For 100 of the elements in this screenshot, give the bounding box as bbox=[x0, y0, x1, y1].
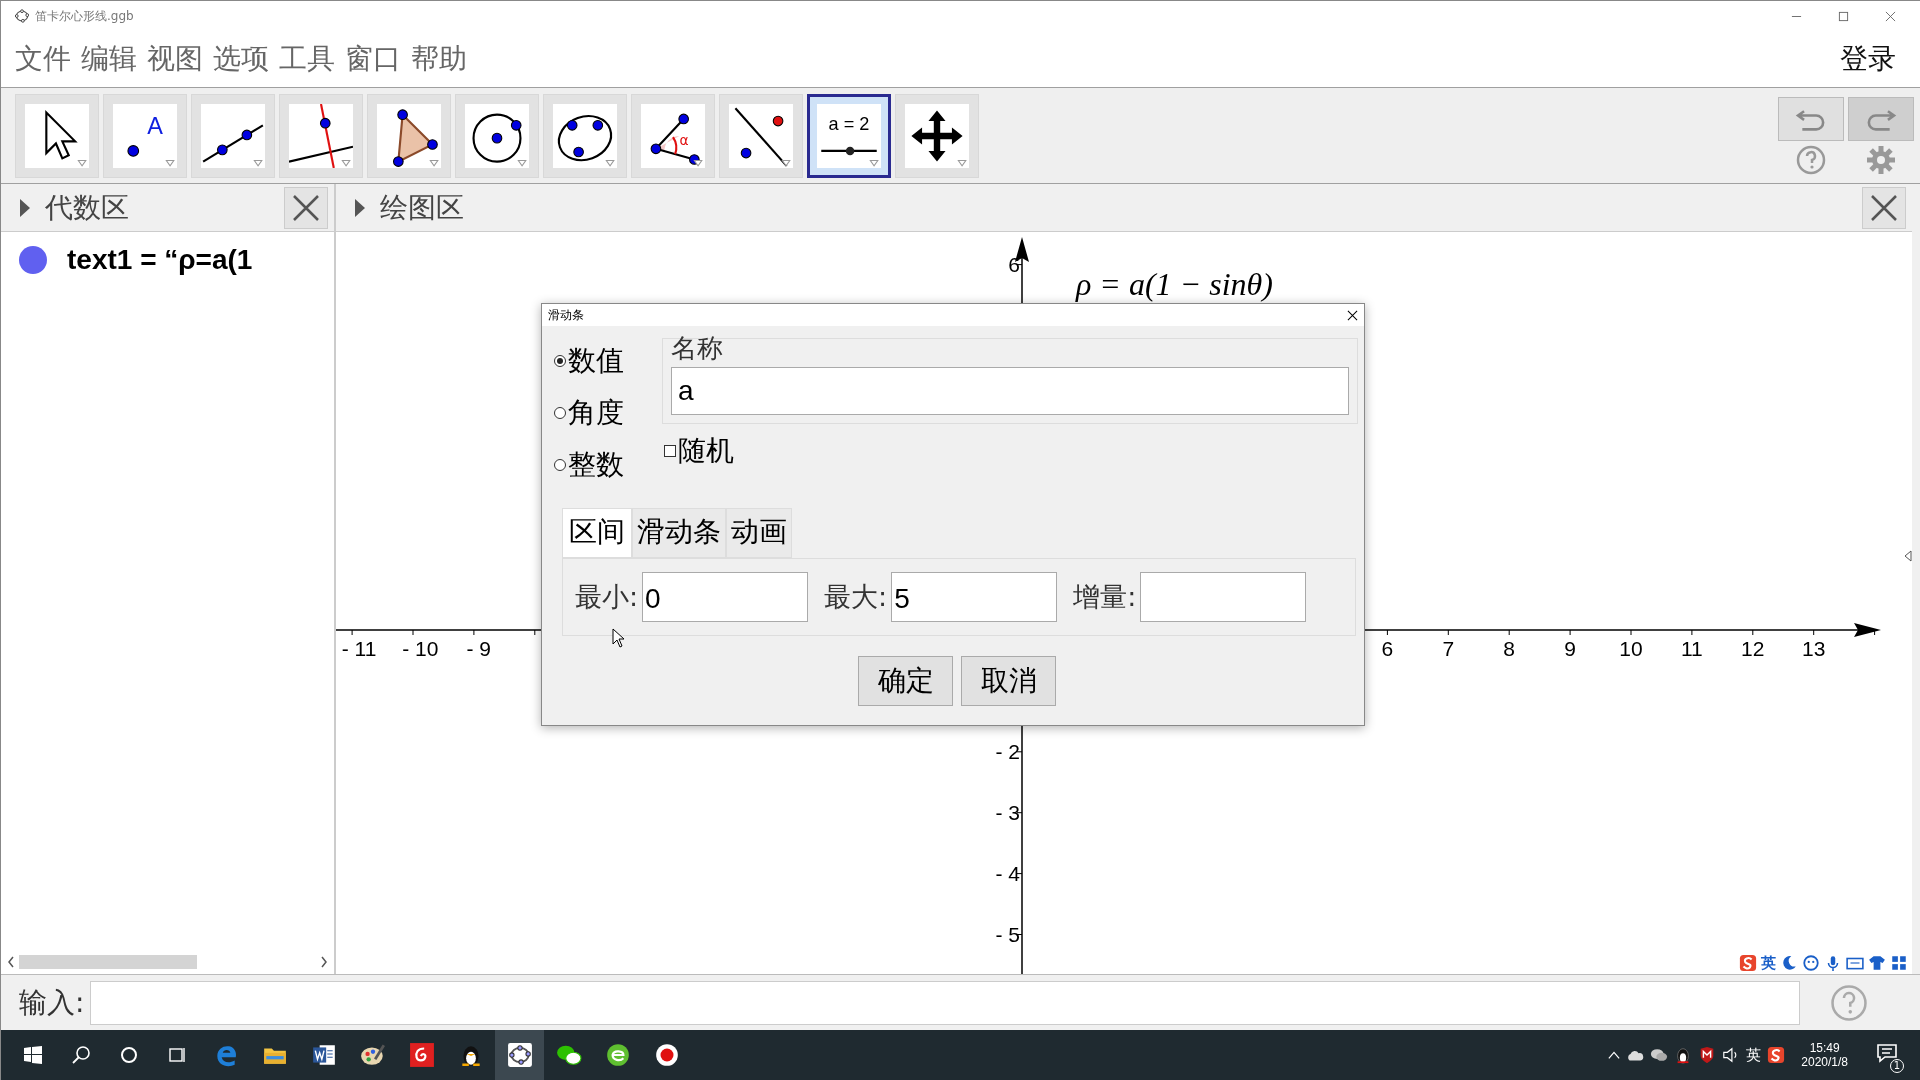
smile-icon[interactable] bbox=[1802, 954, 1820, 972]
word-icon bbox=[310, 1042, 337, 1068]
dialog-tab[interactable]: 区间 bbox=[562, 508, 632, 558]
tool-button[interactable] bbox=[367, 93, 451, 178]
language-indicator[interactable]: 英 bbox=[1746, 1045, 1762, 1065]
close-button[interactable] bbox=[284, 186, 328, 229]
geogebra-icon bbox=[506, 1042, 533, 1068]
axis-label: - 11 bbox=[341, 637, 377, 661]
close-button[interactable] bbox=[1862, 186, 1906, 229]
dialog-tab[interactable]: 动画 bbox=[726, 508, 792, 558]
clock-date[interactable]: 2020/1/8 bbox=[1801, 1055, 1848, 1069]
random-checkbox[interactable]: 随机 bbox=[664, 432, 1360, 470]
scroll-left-icon[interactable] bbox=[7, 956, 15, 968]
range-field[interactable]: 0 bbox=[642, 572, 809, 622]
tool-button[interactable]: α bbox=[631, 93, 715, 178]
tool-button[interactable] bbox=[279, 93, 363, 178]
redo-button[interactable] bbox=[1848, 96, 1914, 141]
dialog-title: 滑动条 bbox=[548, 306, 584, 324]
maximize-icon[interactable] bbox=[1838, 10, 1849, 22]
circle-tool-icon bbox=[465, 103, 529, 168]
algebra-entry[interactable]: text1 = “ρ=a(1 bbox=[67, 244, 253, 276]
menu-item[interactable]: 编辑 bbox=[81, 40, 137, 78]
tool-button[interactable]: A bbox=[103, 93, 187, 178]
record-icon bbox=[653, 1042, 680, 1068]
axis-label: - 3 bbox=[995, 800, 1020, 825]
expand-icon[interactable] bbox=[354, 197, 366, 218]
tool-button[interactable] bbox=[15, 93, 99, 178]
close-icon bbox=[291, 192, 321, 223]
input-label: 输入: bbox=[19, 984, 85, 1021]
type-radio[interactable]: 角度 bbox=[554, 394, 654, 432]
input-field[interactable] bbox=[90, 980, 1801, 1025]
axis-label: 12 bbox=[1741, 637, 1765, 661]
dialog-tab[interactable]: 滑动条 bbox=[632, 508, 726, 558]
tool-button[interactable]: a = 2 bbox=[807, 93, 891, 178]
axis-label: 10 bbox=[1619, 637, 1643, 661]
panel-title: 代数区 bbox=[45, 189, 129, 226]
type-radio[interactable]: 整数 bbox=[554, 446, 654, 484]
menu-item[interactable]: 文件 bbox=[15, 40, 71, 78]
menu-item[interactable]: 帮助 bbox=[411, 40, 467, 78]
caret-icon[interactable] bbox=[1608, 1050, 1621, 1060]
axis-label: 6 bbox=[1381, 637, 1394, 661]
moon-icon[interactable] bbox=[1780, 954, 1798, 972]
axis-label: - 5 bbox=[995, 922, 1020, 947]
notification-count: 1 bbox=[1890, 1059, 1904, 1073]
shirt-icon[interactable] bbox=[1868, 954, 1886, 972]
sogou-icon[interactable] bbox=[1767, 1046, 1786, 1064]
group-legend: 名称 bbox=[671, 333, 1349, 363]
axis-label: 8 bbox=[1503, 637, 1516, 661]
tool-button[interactable] bbox=[543, 93, 627, 178]
tool-button[interactable] bbox=[895, 93, 979, 178]
taskbar-app[interactable] bbox=[495, 1030, 544, 1080]
collapse-icon[interactable] bbox=[1904, 550, 1912, 562]
point-tool-icon: A bbox=[113, 103, 177, 168]
menu-item[interactable]: 工具 bbox=[279, 40, 335, 78]
scroll-right-icon[interactable] bbox=[320, 956, 328, 968]
conic-tool-icon bbox=[553, 103, 617, 168]
axis-label: 7 bbox=[1442, 637, 1455, 661]
name-field[interactable]: a bbox=[671, 367, 1349, 415]
dialog-button[interactable]: 确定 bbox=[858, 656, 953, 706]
radio-circle[interactable] bbox=[554, 355, 566, 367]
menu-item[interactable]: 视图 bbox=[147, 40, 203, 78]
radio-circle[interactable] bbox=[554, 407, 566, 419]
login-link[interactable]: 登录 bbox=[1840, 40, 1906, 78]
axis-label: - 4 bbox=[995, 861, 1020, 886]
range-field[interactable]: 5 bbox=[891, 572, 1058, 622]
perpendicular-tool-icon bbox=[289, 103, 353, 168]
formula-text: ρ = a(1 − sinθ) bbox=[1076, 266, 1273, 303]
slider-tool-icon: a = 2 bbox=[817, 103, 881, 168]
axis-label: - 2 bbox=[995, 739, 1020, 764]
language-label[interactable]: 英 bbox=[1761, 953, 1776, 973]
paint-icon bbox=[359, 1042, 386, 1068]
checkbox[interactable] bbox=[664, 445, 676, 457]
close-icon[interactable] bbox=[1347, 309, 1358, 321]
expand-icon[interactable] bbox=[19, 197, 31, 218]
range-field[interactable] bbox=[1140, 572, 1307, 622]
tool-button[interactable] bbox=[191, 93, 275, 178]
browser-icon bbox=[604, 1042, 631, 1068]
tool-button[interactable] bbox=[719, 93, 803, 178]
mouse-cursor-icon bbox=[612, 628, 624, 648]
scrollbar-thumb[interactable] bbox=[19, 955, 198, 969]
type-radio[interactable]: 数值 bbox=[554, 342, 654, 380]
panel-title: 绘图区 bbox=[380, 189, 464, 226]
clock-time[interactable]: 15:49 bbox=[1809, 1041, 1840, 1055]
menu-item[interactable]: 窗口 bbox=[345, 40, 401, 78]
tool-button[interactable] bbox=[455, 93, 539, 178]
music-icon bbox=[408, 1042, 435, 1068]
grid-icon[interactable] bbox=[1890, 954, 1908, 972]
menu-item[interactable]: 选项 bbox=[213, 40, 269, 78]
axis-label: 13 bbox=[1802, 637, 1826, 661]
line-tool-icon bbox=[201, 103, 265, 168]
undo-button[interactable] bbox=[1778, 96, 1844, 141]
axis-label: 9 bbox=[1564, 637, 1576, 661]
notification-icon[interactable] bbox=[1876, 1043, 1898, 1063]
reflect-tool-icon bbox=[729, 103, 793, 168]
window-title: 笛卡尔心形线.ggb bbox=[35, 7, 134, 25]
chat-icon[interactable] bbox=[1650, 1046, 1669, 1064]
dialog-button[interactable]: 取消 bbox=[961, 656, 1056, 706]
axis-label: - 9 bbox=[466, 637, 492, 661]
radio-circle[interactable] bbox=[554, 459, 566, 471]
visibility-dot[interactable] bbox=[19, 246, 47, 274]
